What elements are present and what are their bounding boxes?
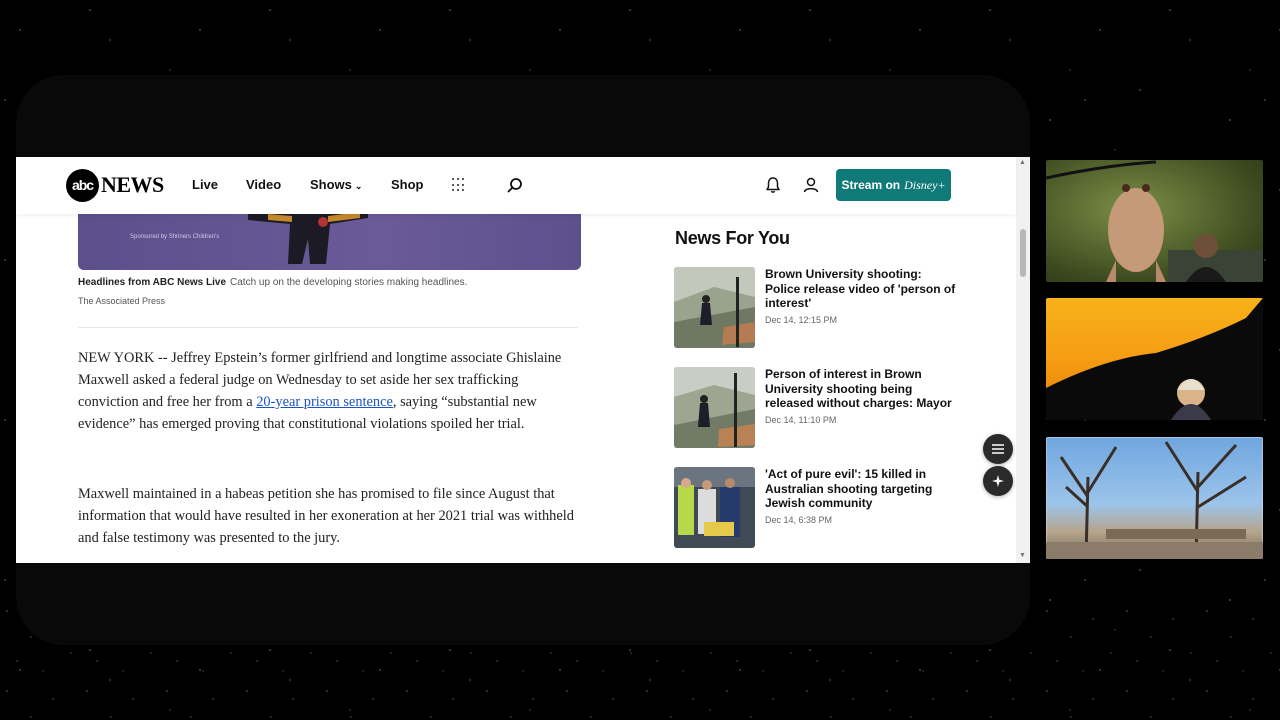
logo-disc: abc: [66, 168, 99, 202]
story-headline: Person of interest in Brown University s…: [765, 367, 952, 410]
article-paragraph-1: NEW YORK -- Jeffrey Epstein’s former gir…: [78, 347, 578, 435]
performer-figure-image: [248, 214, 368, 264]
story-card[interactable]: Brown University shooting: Police releas…: [674, 267, 974, 349]
stream-label: Stream on: [841, 178, 901, 192]
disney-plus-brand: Disney+: [904, 177, 946, 192]
nav-shows-label: Shows: [310, 177, 352, 192]
scroll-up-arrow-icon[interactable]: ▲: [1019, 159, 1026, 166]
scroll-thumb[interactable]: [1020, 229, 1026, 277]
sunset-cam-image: [1046, 298, 1263, 420]
webcam-tile-frog: [1046, 160, 1263, 282]
summary-list-button[interactable]: [983, 434, 1013, 464]
story-headline: Brown University shooting: Police releas…: [765, 267, 956, 310]
apps-grid-icon[interactable]: [452, 178, 466, 192]
nav-live[interactable]: Live: [192, 177, 218, 192]
bell-icon[interactable]: [764, 176, 782, 194]
nav-video[interactable]: Video: [246, 177, 281, 192]
story-card[interactable]: Person of interest in Brown University s…: [674, 367, 974, 449]
webcam-tile-sunset: [1046, 298, 1263, 420]
browser-viewport: abc NEWS Live Video Shows ⌄ Shop Stream …: [16, 157, 1030, 563]
sponsor-text: Sponsored by Shriners Children's: [130, 234, 220, 240]
logo-text: NEWS: [101, 172, 164, 197]
chevron-down-icon: ⌄: [354, 181, 363, 191]
scroll-down-arrow-icon[interactable]: ▼: [1019, 552, 1026, 559]
nav-shows[interactable]: Shows ⌄: [310, 177, 362, 192]
story-thumbnail: [674, 467, 755, 548]
user-icon[interactable]: [802, 176, 820, 194]
abc-news-logo[interactable]: abc NEWS: [66, 168, 164, 202]
story-card[interactable]: 'Act of pure evil': 15 killed in Austral…: [674, 467, 974, 549]
list-icon: [992, 444, 1004, 454]
stream-on-disney-button[interactable]: Stream on Disney+: [836, 169, 951, 201]
prison-sentence-link[interactable]: 20-year prison sentence: [256, 394, 393, 410]
story-timestamp: Dec 14, 6:38 PM: [765, 515, 833, 525]
photo-credit: The Associated Press: [78, 296, 166, 306]
webcam-tile-park: [1046, 437, 1263, 559]
news-for-you-heading: News For You: [675, 228, 790, 248]
video-caption: Headlines from ABC News Live Catch up on …: [78, 277, 467, 288]
park-cam-image: [1046, 437, 1263, 559]
divider: [78, 327, 578, 328]
caption-text: Catch up on the developing stories makin…: [230, 277, 468, 288]
caption-title: Headlines from ABC News Live: [78, 277, 227, 288]
story-timestamp: Dec 14, 12:15 PM: [765, 315, 838, 325]
ai-assist-button[interactable]: [983, 466, 1013, 496]
frog-cam-image: [1046, 160, 1263, 282]
story-thumbnail: [674, 367, 755, 448]
story-headline: 'Act of pure evil': 15 killed in Austral…: [765, 467, 933, 510]
site-header: abc NEWS Live Video Shows ⌄ Shop Stream …: [16, 157, 1016, 214]
article-paragraph-2: Maxwell maintained in a habeas petition …: [78, 486, 574, 546]
screen-share-window: abc NEWS Live Video Shows ⌄ Shop Stream …: [16, 75, 1030, 645]
nav-shop[interactable]: Shop: [391, 177, 424, 192]
sparkle-icon: [992, 475, 1004, 487]
video-thumbnail[interactable]: Sponsored by Shriners Children's: [78, 214, 581, 270]
search-icon[interactable]: [507, 177, 523, 193]
page-scrollbar[interactable]: ▲ ▼: [1016, 157, 1030, 563]
story-thumbnail: [674, 267, 755, 348]
story-timestamp: Dec 14, 11:10 PM: [765, 415, 837, 425]
